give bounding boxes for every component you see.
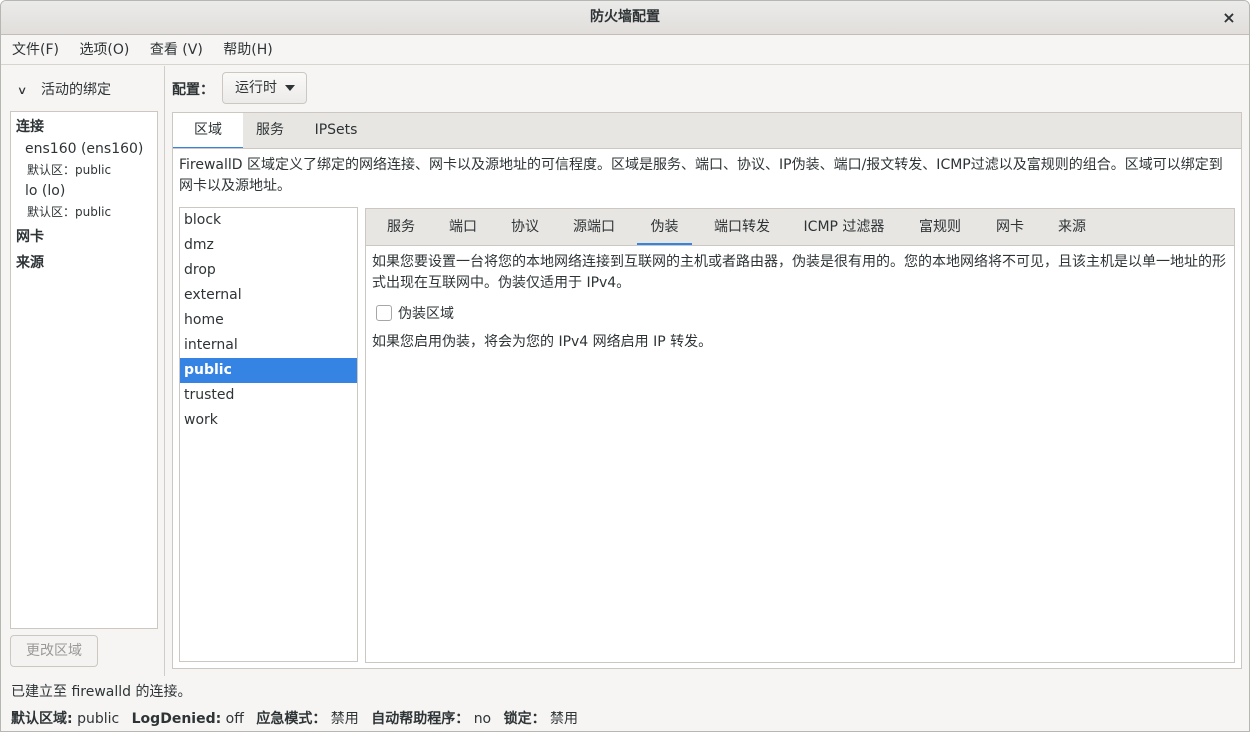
- section-connections[interactable]: 连接: [16, 116, 44, 136]
- section-nic[interactable]: 网卡: [16, 226, 44, 246]
- auto-helpers-label: 自动帮助程序：: [371, 711, 470, 727]
- masquerade-description: 如果您要设置一台将您的本地网络连接到互联网的主机或者路由器，伪装是很有用的。您的…: [372, 254, 1226, 291]
- config-value: 运行时: [235, 80, 277, 96]
- zone-description: FirewallD 区域定义了绑定的网络连接、网卡以及源地址的可信程度。区域是服…: [179, 157, 1223, 194]
- change-zone-button[interactable]: 更改区域: [10, 635, 98, 667]
- tab-services[interactable]: 服务: [243, 113, 297, 149]
- zone-list: block dmz drop external home internal pu…: [179, 207, 358, 662]
- tab-zone-interfaces[interactable]: 网卡: [982, 209, 1038, 246]
- tab-zone-icmp-filter[interactable]: ICMP 过滤器: [790, 209, 898, 246]
- zone-item-drop[interactable]: drop: [180, 258, 357, 283]
- active-bindings-expander[interactable]: ∨ 活动的绑定: [16, 79, 111, 99]
- masquerade-page: 如果您要设置一台将您的本地网络连接到互联网的主机或者路由器，伪装是很有用的。您的…: [365, 245, 1235, 663]
- menu-view[interactable]: 查看 (V): [139, 35, 210, 65]
- auto-helpers-value: no: [473, 711, 492, 727]
- close-icon[interactable]: ×: [1219, 8, 1239, 28]
- zone-item-home[interactable]: home: [180, 308, 357, 333]
- masquerade-note: 如果您启用伪装，将会为您的 IPv4 网络启用 IP 转发。: [372, 334, 713, 350]
- bindings-list: 连接 ens160 (ens160) 默认区：public lo (lo) 默认…: [10, 111, 158, 629]
- lockdown-label: 锁定：: [503, 711, 546, 727]
- panic-mode-label: 应急模式：: [256, 711, 327, 727]
- tab-zone-sources[interactable]: 来源: [1044, 209, 1100, 246]
- active-bindings-panel: ∨ 活动的绑定 连接 ens160 (ens160) 默认区：public lo …: [1, 66, 165, 676]
- menu-file[interactable]: 文件(F): [1, 35, 66, 65]
- expander-label: 活动的绑定: [41, 82, 111, 98]
- masquerade-checkbox-label[interactable]: 伪装区域: [398, 306, 454, 322]
- dropdown-arrow-icon: [285, 85, 295, 91]
- zone-item-block[interactable]: block: [180, 208, 357, 233]
- zone-item-work[interactable]: work: [180, 408, 357, 433]
- default-zone-label: 默认区域:: [11, 711, 73, 727]
- panic-mode-value: 禁用: [330, 711, 359, 727]
- zone-item-internal[interactable]: internal: [180, 333, 357, 358]
- masquerade-zone-option[interactable]: 伪装区域: [376, 303, 454, 323]
- connection-status: 已建立至 firewalld 的连接。: [11, 684, 192, 700]
- zone-item-trusted[interactable]: trusted: [180, 383, 357, 408]
- tab-zone-ports[interactable]: 端口: [435, 209, 491, 246]
- tab-zone-masquerade[interactable]: 伪装: [637, 209, 692, 246]
- tab-zone-source-ports[interactable]: 源端口: [559, 209, 629, 246]
- menu-help[interactable]: 帮助(H): [212, 35, 279, 65]
- lockdown-value: 禁用: [550, 711, 579, 727]
- zone-settings-tabs: 服务 端口 协议 源端口 伪装 端口转发 ICMP 过滤器 富规则 网卡 来源: [365, 208, 1235, 246]
- connection-ens160-zone: 默认区：public: [27, 163, 112, 177]
- firewall-config-window: 防火墙配置 × 文件(F) 选项(O) 查看 (V) 帮助(H) ∨ 活动的绑定 …: [0, 0, 1250, 732]
- connection-lo[interactable]: lo (lo): [25, 183, 65, 199]
- zone-item-dmz[interactable]: dmz: [180, 233, 357, 258]
- tab-zone-services[interactable]: 服务: [373, 209, 429, 246]
- logdenied-label: LogDenied:: [131, 711, 222, 727]
- zones-page: FirewallD 区域定义了绑定的网络连接、网卡以及源地址的可信程度。区域是服…: [172, 148, 1242, 669]
- tab-zone-protocols[interactable]: 协议: [497, 209, 553, 246]
- zone-item-external[interactable]: external: [180, 283, 357, 308]
- default-zone-value: public: [77, 711, 120, 727]
- window-title: 防火墙配置: [590, 9, 660, 25]
- masquerade-checkbox[interactable]: [376, 305, 392, 321]
- tab-zones[interactable]: 区域: [173, 113, 243, 150]
- logdenied-value: off: [225, 711, 244, 727]
- menu-bar: 文件(F) 选项(O) 查看 (V) 帮助(H): [1, 35, 1249, 65]
- title-bar: 防火墙配置 ×: [1, 1, 1249, 35]
- section-sources[interactable]: 来源: [16, 252, 44, 272]
- tab-zone-port-forwarding[interactable]: 端口转发: [700, 209, 784, 246]
- status-bar: 默认区域: public LogDenied: off 应急模式： 禁用 自动帮…: [11, 708, 586, 728]
- zone-item-public[interactable]: public: [180, 358, 357, 383]
- config-label: 配置：: [172, 82, 214, 98]
- tab-zone-rich-rules[interactable]: 富规则: [906, 209, 974, 246]
- menu-options[interactable]: 选项(O): [68, 35, 136, 65]
- tab-ipsets[interactable]: IPSets: [303, 113, 369, 149]
- chevron-down-icon: ∨: [16, 84, 28, 97]
- config-dropdown[interactable]: 运行时: [222, 72, 307, 104]
- connection-ens160[interactable]: ens160 (ens160): [25, 141, 143, 157]
- connection-lo-zone: 默认区：public: [27, 205, 112, 219]
- main-tabs: 区域 服务 IPSets: [172, 112, 1242, 150]
